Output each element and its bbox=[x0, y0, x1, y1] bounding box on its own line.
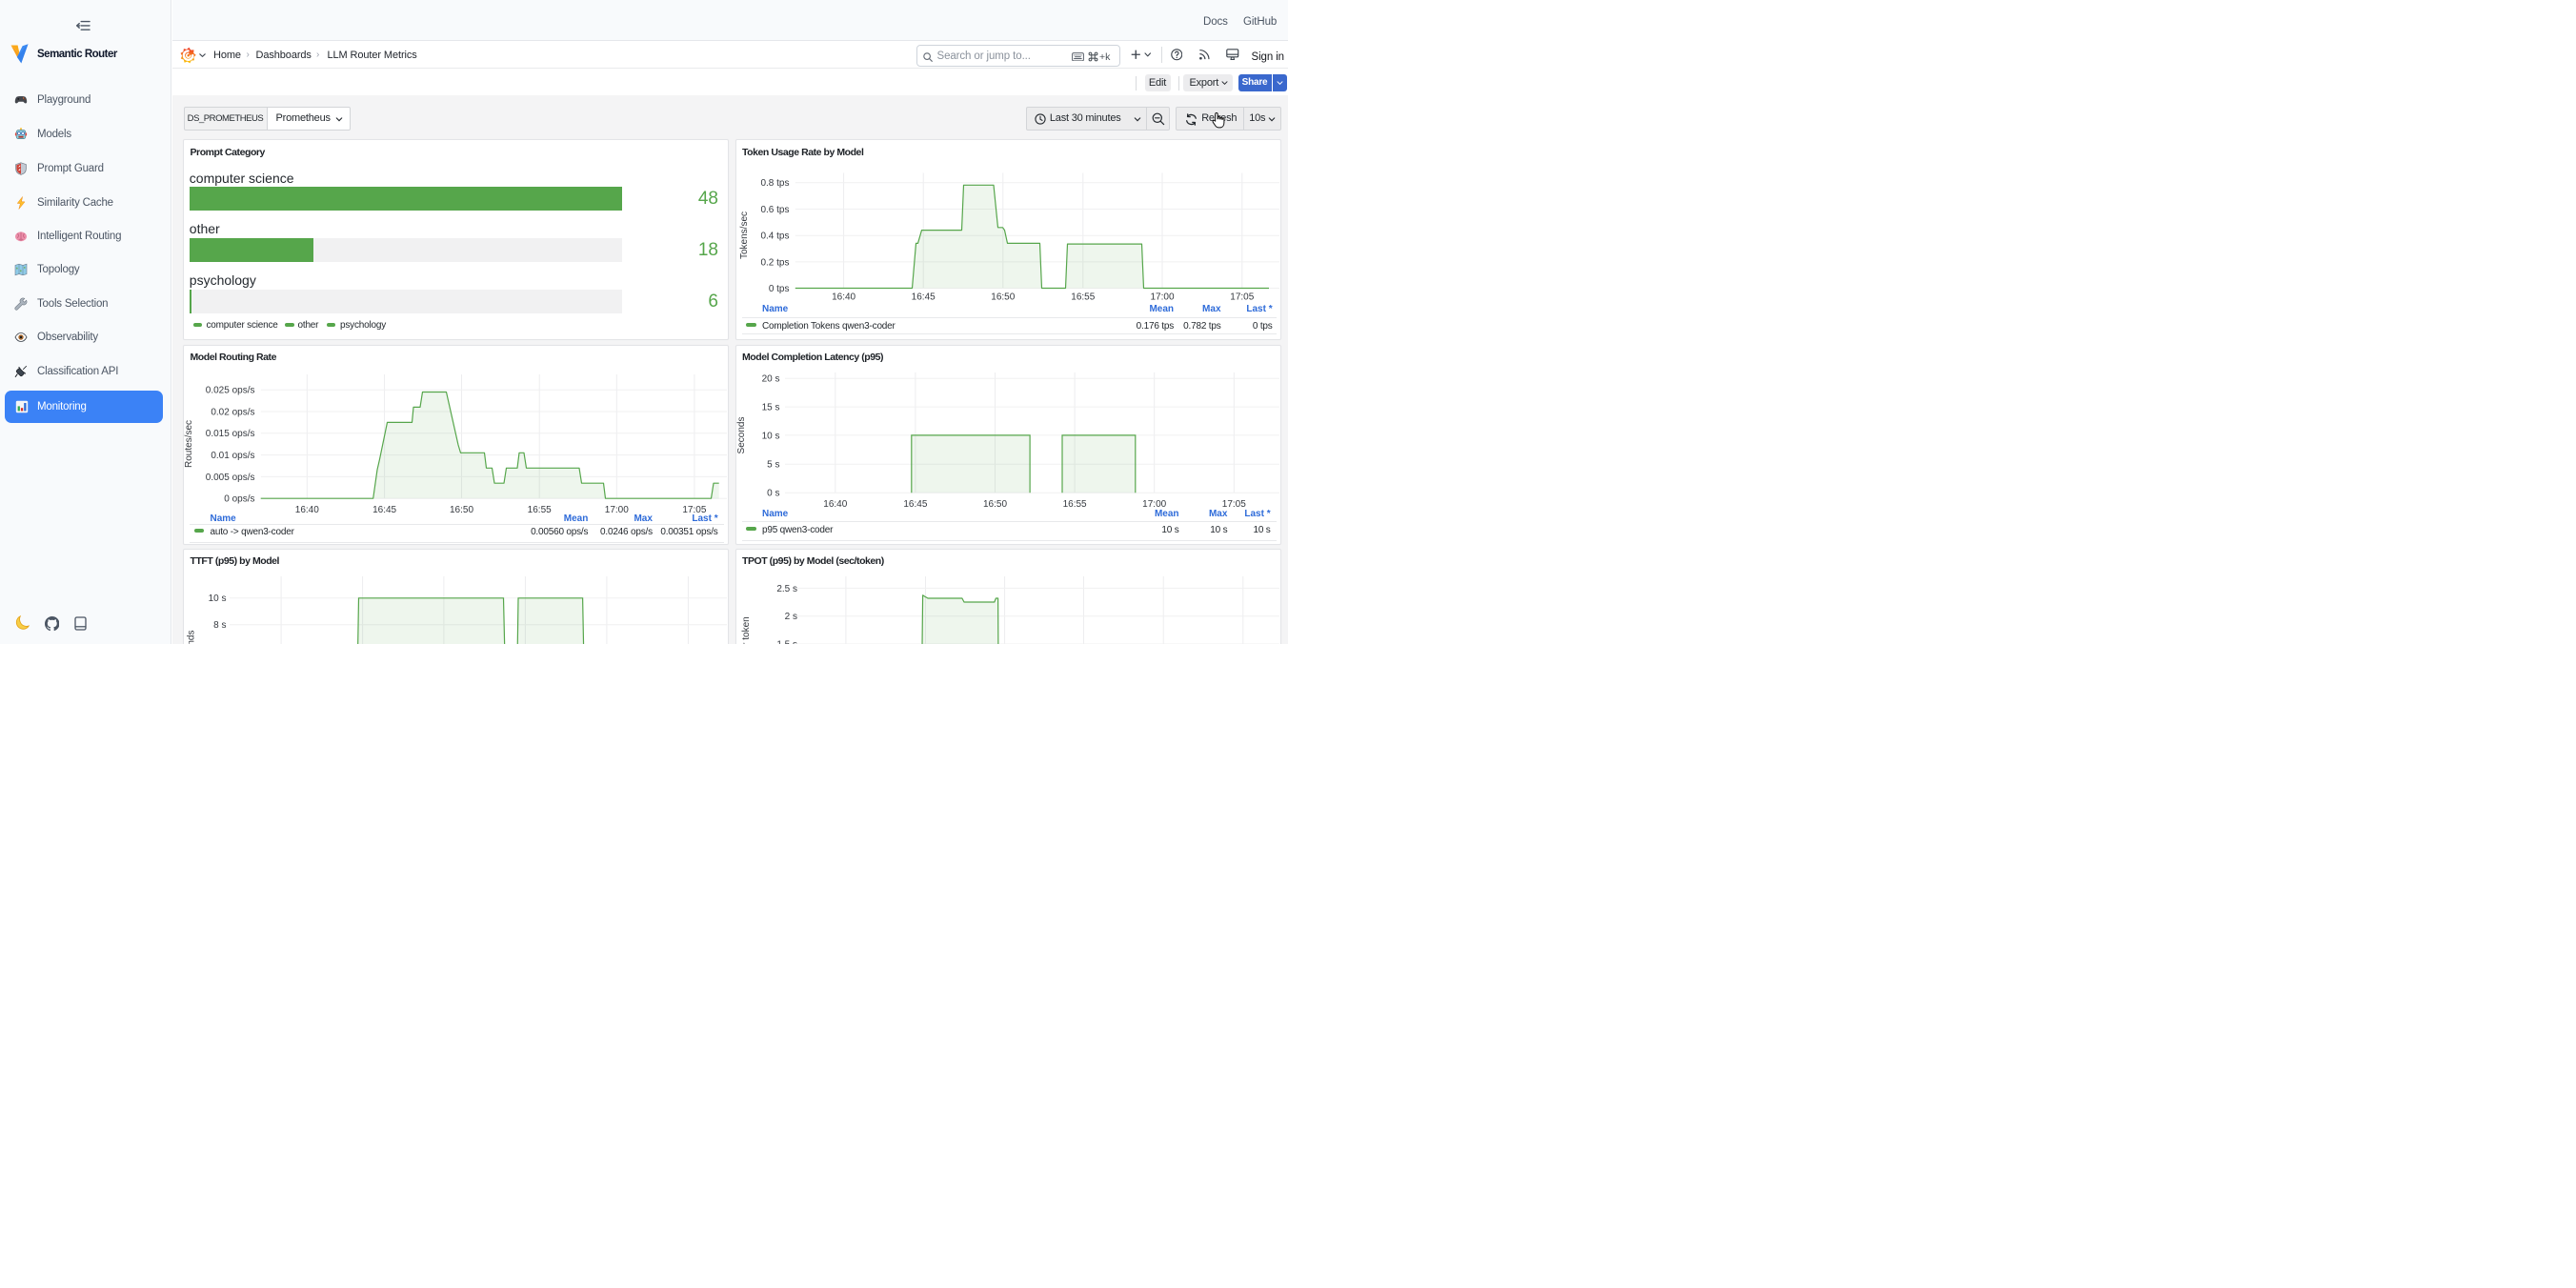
svg-text:Seconds: Seconds bbox=[187, 630, 197, 644]
svg-text:0 tps: 0 tps bbox=[768, 284, 789, 294]
svg-text:0.025 ops/s: 0.025 ops/s bbox=[206, 385, 255, 395]
svg-text:0 s: 0 s bbox=[767, 488, 779, 498]
svg-text:16:55: 16:55 bbox=[1071, 292, 1095, 303]
svg-text:Seconds: Seconds bbox=[736, 416, 747, 453]
svg-text:16:40: 16:40 bbox=[832, 292, 855, 303]
svg-text:1.5 s: 1.5 s bbox=[776, 639, 797, 644]
svg-text:10 s: 10 s bbox=[761, 431, 779, 441]
svg-text:0.015 ops/s: 0.015 ops/s bbox=[206, 429, 255, 439]
svg-text:15 s: 15 s bbox=[761, 402, 779, 413]
svg-text:0.2 tps: 0.2 tps bbox=[760, 257, 789, 268]
svg-text:16:40: 16:40 bbox=[295, 505, 319, 515]
svg-text:16:50: 16:50 bbox=[982, 499, 1006, 510]
svg-text:10 s: 10 s bbox=[209, 594, 227, 604]
svg-text:16:45: 16:45 bbox=[911, 292, 935, 303]
svg-text:0 ops/s: 0 ops/s bbox=[224, 493, 254, 504]
svg-text:Seconds per token: Seconds per token bbox=[741, 616, 752, 644]
svg-text:17:05: 17:05 bbox=[1230, 292, 1254, 303]
svg-text:20 s: 20 s bbox=[761, 373, 779, 384]
svg-text:16:45: 16:45 bbox=[903, 499, 927, 510]
svg-text:5 s: 5 s bbox=[767, 459, 779, 470]
svg-text:16:40: 16:40 bbox=[823, 499, 847, 510]
svg-text:Tokens/sec: Tokens/sec bbox=[739, 211, 750, 259]
svg-text:0.8 tps: 0.8 tps bbox=[760, 178, 789, 189]
svg-text:0.005 ops/s: 0.005 ops/s bbox=[206, 472, 255, 482]
svg-text:17:00: 17:00 bbox=[1150, 292, 1174, 303]
svg-text:16:50: 16:50 bbox=[991, 292, 1015, 303]
svg-text:16:45: 16:45 bbox=[372, 505, 396, 515]
svg-text:0.6 tps: 0.6 tps bbox=[760, 205, 789, 215]
svg-text:0.4 tps: 0.4 tps bbox=[760, 231, 789, 242]
svg-text:2 s: 2 s bbox=[784, 612, 796, 622]
svg-text:Routes/sec: Routes/sec bbox=[184, 419, 194, 467]
svg-text:0.02 ops/s: 0.02 ops/s bbox=[211, 407, 254, 417]
svg-text:0.01 ops/s: 0.01 ops/s bbox=[211, 451, 254, 461]
svg-text:2.5 s: 2.5 s bbox=[776, 583, 797, 594]
svg-text:16:50: 16:50 bbox=[450, 505, 473, 515]
svg-text:8 s: 8 s bbox=[213, 620, 226, 631]
